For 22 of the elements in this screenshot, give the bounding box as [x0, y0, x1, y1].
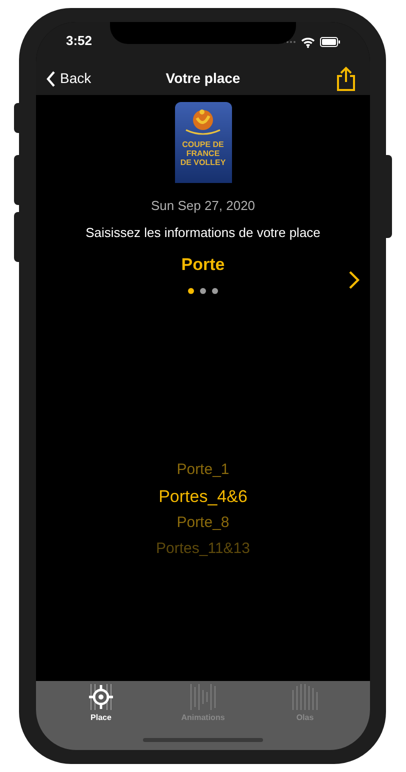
share-icon[interactable] [336, 66, 356, 92]
picker-option[interactable]: Portes_4&6 [158, 482, 248, 510]
back-button[interactable]: Back [46, 68, 92, 89]
logo-text: FRANCE [186, 149, 220, 158]
screen-title: Votre place [166, 69, 240, 88]
battery-icon [320, 37, 340, 47]
date-label: Sun Sep 27, 2020 [150, 197, 256, 215]
chevron-left-icon [46, 70, 56, 86]
wifi-icon [301, 36, 315, 48]
logo-text: DE VOLLEY [180, 158, 226, 167]
instruction-text: Saisissez les informations de votre place [86, 224, 320, 242]
crosshair-icon [88, 684, 114, 710]
status-time: 3:52 [66, 32, 92, 50]
step-title: Porte [181, 254, 225, 276]
stripes-icon [292, 684, 318, 710]
tab-button[interactable]: Place [61, 681, 141, 750]
stripes-icon [190, 684, 216, 710]
logo-text: COUPE DE [182, 140, 224, 149]
chevron-right-icon[interactable] [348, 270, 360, 290]
picker-option[interactable]: Portes_11&13 [156, 536, 250, 562]
picker-option[interactable]: Porte_1 [176, 456, 230, 482]
picker-option[interactable]: Porte_8 [176, 510, 230, 536]
